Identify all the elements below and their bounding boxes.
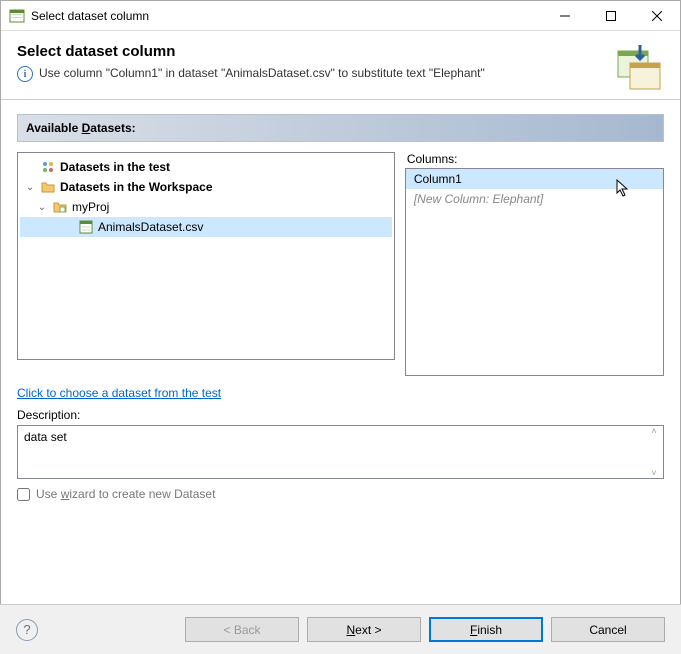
tree-file-selected[interactable]: AnimalsDataset.csv: [20, 217, 392, 237]
back-button: < Back: [185, 617, 299, 642]
checkbox-label: Use wizard to create new Dataset: [36, 487, 215, 501]
cancel-button[interactable]: Cancel: [551, 617, 665, 642]
dialog-header: Select dataset column i Use column "Colu…: [1, 31, 680, 99]
titlebar: Select dataset column: [1, 1, 680, 31]
columns-list[interactable]: Column1 [New Column: Elephant]: [405, 168, 664, 376]
tree-label: AnimalsDataset.csv: [98, 220, 203, 234]
csv-file-icon: [78, 219, 94, 235]
page-title: Select dataset column: [17, 43, 604, 60]
scroll-arrows[interactable]: ˄ ˅: [647, 426, 661, 478]
tree-root-test[interactable]: Datasets in the test: [20, 157, 392, 177]
content-area: Available Datasets: Datasets in the test…: [1, 100, 680, 509]
project-folder-icon: [52, 199, 68, 215]
tree-label: Datasets in the test: [60, 160, 170, 174]
tree-label: Datasets in the Workspace: [60, 180, 213, 194]
button-bar: ? < Back Next > Finish Cancel: [0, 604, 681, 654]
folder-icon: [40, 179, 56, 195]
help-button[interactable]: ?: [16, 619, 38, 641]
maximize-button[interactable]: [588, 1, 634, 31]
finish-button[interactable]: Finish: [429, 617, 543, 642]
info-icon: i: [17, 66, 33, 82]
header-graphic-icon: [616, 43, 664, 91]
scroll-down-icon[interactable]: ˅: [647, 468, 661, 478]
expander-icon[interactable]: ⌄: [24, 182, 36, 193]
app-icon: [9, 8, 25, 24]
info-text: Use column "Column1" in dataset "Animals…: [39, 66, 485, 82]
available-datasets-heading: Available Datasets:: [17, 114, 664, 142]
tree-project[interactable]: ⌄ myProj: [20, 197, 392, 217]
tree-datasets-icon: [40, 159, 56, 175]
minimize-button[interactable]: [542, 1, 588, 31]
scroll-up-icon[interactable]: ˄: [647, 426, 661, 436]
description-label: Description:: [17, 408, 664, 422]
tree-root-workspace[interactable]: ⌄ Datasets in the Workspace: [20, 177, 392, 197]
columns-label: Columns:: [405, 152, 664, 166]
use-wizard-checkbox[interactable]: [17, 488, 30, 501]
use-wizard-checkbox-row[interactable]: Use wizard to create new Dataset: [17, 487, 664, 501]
column-item-selected[interactable]: Column1: [406, 169, 663, 189]
close-button[interactable]: [634, 1, 680, 31]
expander-icon[interactable]: ⌄: [36, 202, 48, 213]
column-new-hint[interactable]: [New Column: Elephant]: [406, 189, 663, 209]
description-box[interactable]: data set ˄ ˅: [17, 425, 664, 479]
datasets-tree[interactable]: Datasets in the test ⌄ Datasets in the W…: [17, 152, 395, 360]
window-title: Select dataset column: [31, 9, 542, 23]
tree-label: myProj: [72, 200, 109, 214]
next-button[interactable]: Next >: [307, 617, 421, 642]
choose-dataset-link[interactable]: Click to choose a dataset from the test: [17, 386, 221, 400]
description-text: data set: [24, 430, 67, 444]
